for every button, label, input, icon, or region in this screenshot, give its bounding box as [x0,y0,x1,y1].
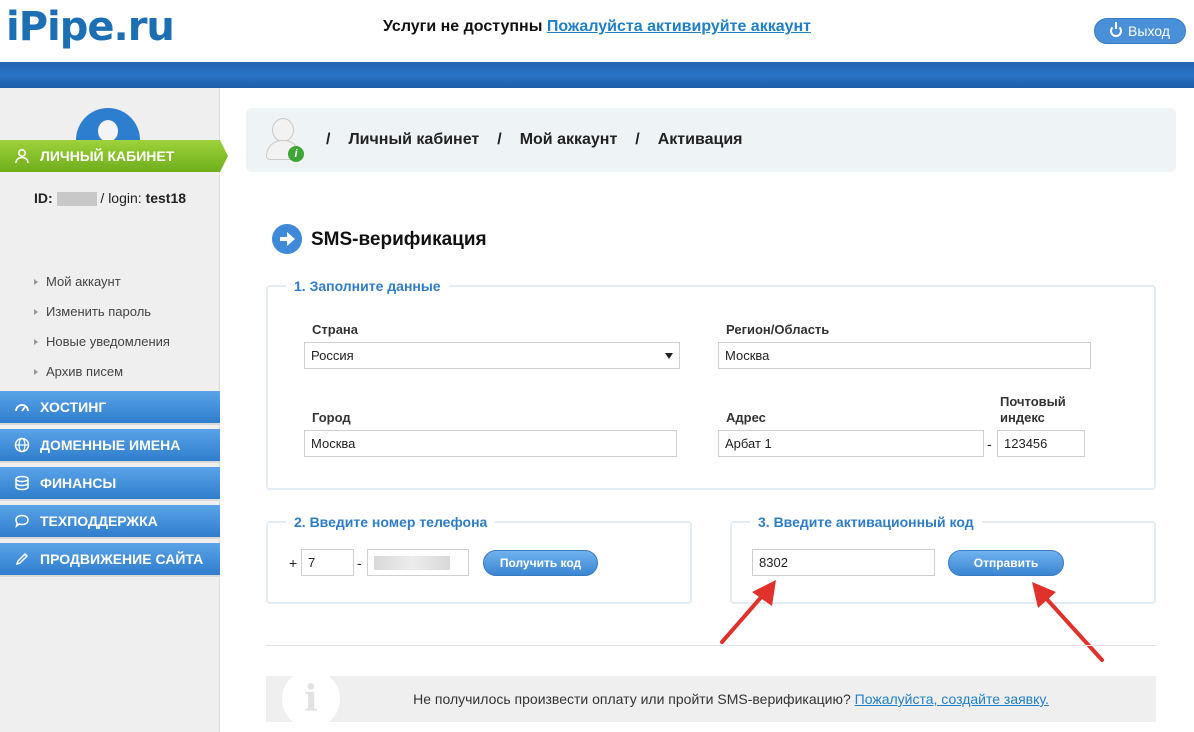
create-ticket-link[interactable]: Пожалуйста, создайте заявку. [855,691,1049,707]
help-text: Не получилось произвести оплату или прой… [413,691,851,707]
red-arrow-icon [720,580,776,644]
red-arrow-icon [1032,582,1104,662]
help-message: Не получилось произвести оплату или прой… [266,691,1156,707]
annotation-arrows [720,580,1104,662]
divider [266,645,1156,646]
help-info-bar: i Не получилось произвести оплату или пр… [266,676,1156,722]
